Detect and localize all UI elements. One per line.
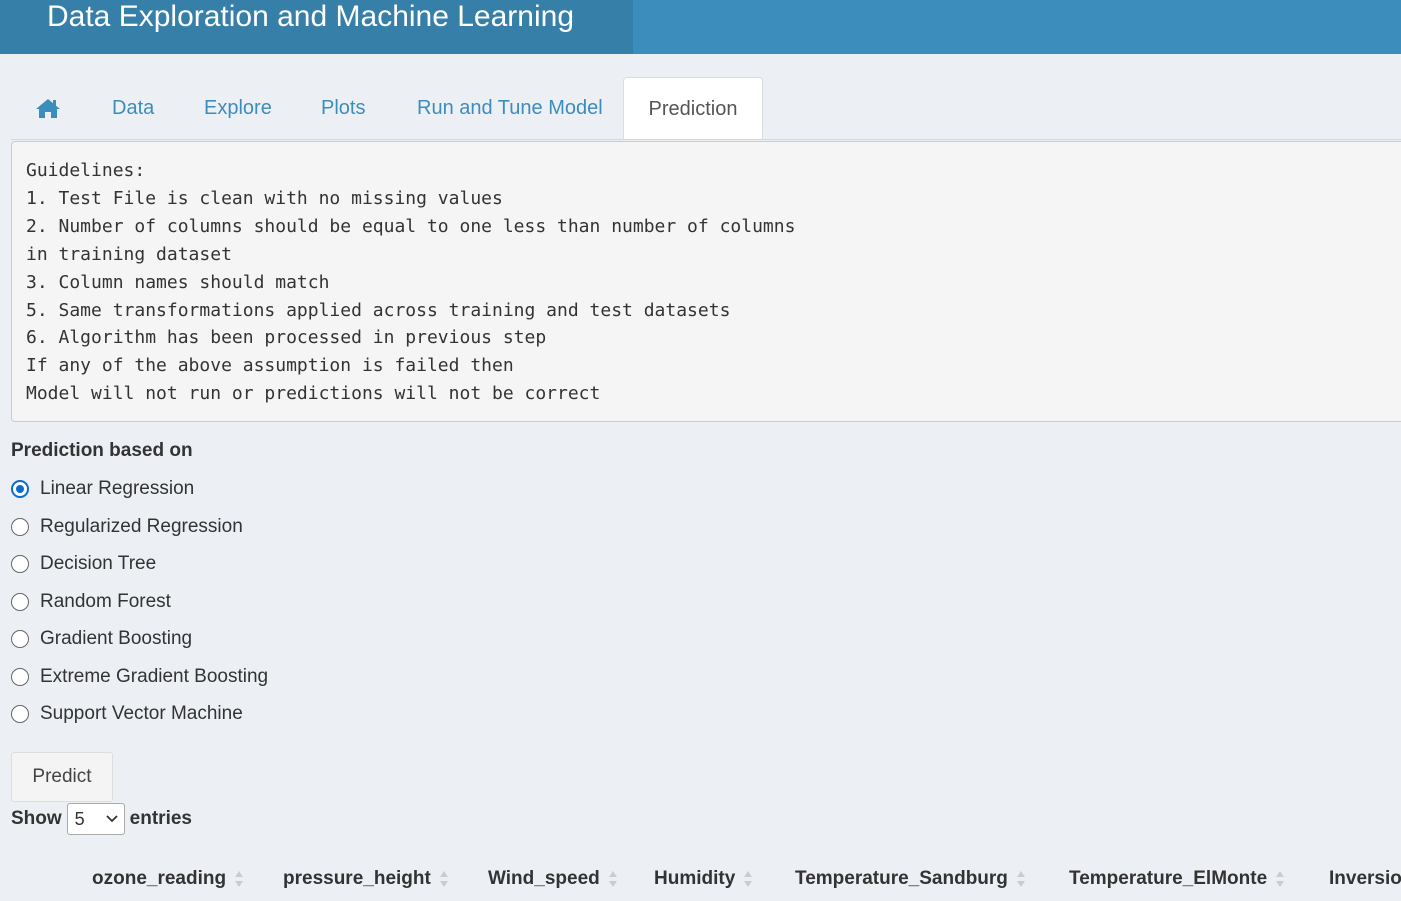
- column-header-temperature-elmonte[interactable]: Temperature_ElMonte: [1069, 862, 1285, 896]
- sort-icon: [439, 870, 448, 887]
- sort-icon: [235, 870, 244, 887]
- tab-prediction[interactable]: Prediction: [623, 77, 763, 140]
- predict-button[interactable]: Predict: [11, 752, 113, 802]
- entries-select-value: 5: [74, 808, 85, 829]
- column-header-label: Wind_speed: [488, 868, 600, 889]
- column-header-label: Temperature_ElMonte: [1069, 868, 1268, 889]
- column-header-ozone-reading[interactable]: ozone_reading: [92, 862, 244, 896]
- radio-regularized-regression[interactable]: Regularized Regression: [11, 512, 243, 542]
- tab-home[interactable]: [11, 77, 83, 140]
- table-header-row: ozone_reading pressure_height Wind_speed…: [0, 862, 1401, 896]
- radio-button[interactable]: [11, 593, 29, 611]
- radio-button[interactable]: [11, 630, 29, 648]
- radio-linear-regression[interactable]: Linear Regression: [11, 474, 194, 504]
- entries-select[interactable]: 5: [66, 803, 125, 835]
- column-header-wind-speed[interactable]: Wind_speed: [488, 862, 618, 896]
- app-header: Data Exploration and Machine Learning: [0, 0, 1401, 54]
- tab-plots[interactable]: Plots: [321, 77, 365, 140]
- prediction-based-on-label: Prediction based on: [11, 440, 193, 461]
- column-header-label: Temperature_Sandburg: [795, 868, 1008, 889]
- radio-label: Random Forest: [40, 591, 171, 612]
- radio-button[interactable]: [11, 705, 29, 723]
- tab-data[interactable]: Data: [112, 77, 154, 140]
- radio-button[interactable]: [11, 668, 29, 686]
- radio-label: Decision Tree: [40, 553, 157, 574]
- radio-label: Extreme Gradient Boosting: [40, 666, 269, 687]
- column-header-label: Inversio: [1329, 868, 1401, 889]
- radio-button[interactable]: [11, 555, 29, 573]
- radio-label: Regularized Regression: [40, 516, 243, 537]
- tab-divider: [11, 139, 1401, 140]
- tab-explore[interactable]: Explore: [204, 77, 272, 140]
- app-title: Data Exploration and Machine Learning: [0, 0, 633, 54]
- entries-label: entries: [129, 808, 192, 829]
- radio-gradient-boosting[interactable]: Gradient Boosting: [11, 624, 192, 654]
- radio-label: Gradient Boosting: [40, 628, 193, 649]
- radio-extreme-gradient-boosting[interactable]: Extreme Gradient Boosting: [11, 662, 268, 692]
- column-header-temperature-sandburg[interactable]: Temperature_Sandburg: [795, 862, 1026, 896]
- radio-random-forest[interactable]: Random Forest: [11, 587, 171, 617]
- radio-label: Linear Regression: [40, 478, 195, 499]
- column-header-label: pressure_height: [283, 868, 431, 889]
- tab-bar: Data Explore Plots Run and Tune Model Pr…: [11, 77, 1401, 140]
- show-label: Show: [11, 808, 62, 829]
- column-header-label: ozone_reading: [92, 868, 227, 889]
- sort-icon: [1016, 870, 1025, 887]
- column-header-pressure-height[interactable]: pressure_height: [283, 862, 449, 896]
- radio-decision-tree[interactable]: Decision Tree: [11, 549, 156, 579]
- sort-icon: [1276, 870, 1285, 887]
- column-header-label: Humidity: [654, 868, 736, 889]
- home-icon: [36, 99, 60, 118]
- show-entries-control: Show 5 entries: [11, 803, 192, 835]
- radio-label: Support Vector Machine: [40, 703, 243, 724]
- column-header-humidity[interactable]: Humidity: [654, 862, 753, 896]
- chevron-down-icon: [106, 815, 118, 823]
- column-header-inversion[interactable]: Inversio: [1329, 862, 1401, 896]
- radio-support-vector-machine[interactable]: Support Vector Machine: [11, 699, 243, 729]
- sort-icon: [608, 870, 617, 887]
- radio-button[interactable]: [11, 518, 29, 536]
- guidelines-box: Guidelines: 1. Test File is clean with n…: [11, 141, 1401, 422]
- radio-button-checked[interactable]: [11, 480, 29, 498]
- sort-icon: [744, 870, 753, 887]
- tab-run-and-tune-model[interactable]: Run and Tune Model: [417, 77, 603, 140]
